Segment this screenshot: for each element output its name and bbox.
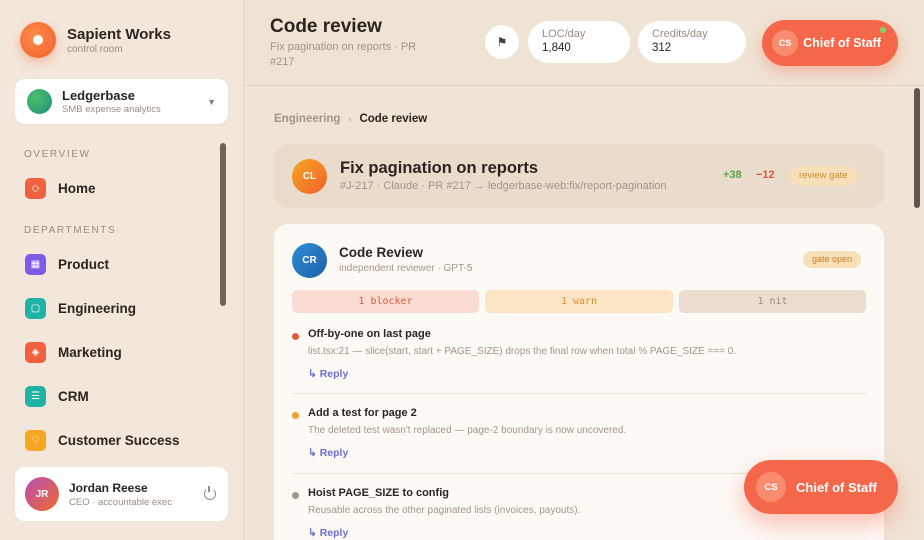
brand-name: Sapient Works bbox=[67, 25, 171, 43]
workspace-avatar bbox=[27, 89, 52, 114]
stat-loc-per-day: LOC/day 1,840 bbox=[528, 21, 630, 63]
additions-count: +38 bbox=[723, 169, 742, 181]
avatar: CS bbox=[756, 472, 786, 502]
finding-description: The deleted test wasn't replaced — page-… bbox=[308, 425, 627, 436]
heart-icon: ♡ bbox=[25, 430, 46, 451]
finding-item: Add a test for page 2 The deleted test w… bbox=[292, 407, 866, 465]
nit-count-chip[interactable]: 1 nit bbox=[679, 290, 866, 313]
ticket-title: Fix pagination on reports bbox=[340, 159, 539, 177]
home-icon: ◇ bbox=[25, 178, 46, 199]
main-scrollbar[interactable] bbox=[914, 88, 920, 208]
warn-count-chip[interactable]: 1 warn bbox=[485, 290, 673, 313]
avatar: JR bbox=[25, 477, 59, 511]
brand-subtitle: control room bbox=[67, 43, 123, 55]
avatar: CR bbox=[292, 243, 327, 278]
review-subtitle: independent reviewer · GPT-5 bbox=[339, 263, 473, 274]
brand[interactable]: Sapient Works control room bbox=[20, 22, 171, 58]
status-badge: gate open bbox=[803, 251, 862, 268]
stat-credits-per-day: Credits/day 312 bbox=[638, 21, 746, 63]
grid-icon: ▦ bbox=[25, 254, 46, 275]
chevron-down-icon: ▼ bbox=[207, 96, 216, 107]
contacts-icon: ☰ bbox=[25, 386, 46, 407]
stat-label: LOC/day bbox=[542, 28, 586, 40]
review-title: Code Review bbox=[339, 245, 424, 260]
sidebar-item-label: Engineering bbox=[58, 301, 137, 316]
section-label-departments: DEPARTMENTS bbox=[24, 225, 117, 236]
user-card[interactable]: JR Jordan Reese CEO · accountable exec bbox=[15, 467, 228, 521]
power-icon[interactable] bbox=[204, 486, 216, 500]
sidebar-item-label: CRM bbox=[58, 389, 89, 404]
breadcrumb: Engineering › Code review bbox=[274, 113, 427, 125]
sidebar-item-label: Home bbox=[58, 181, 96, 196]
chief-of-staff-label: Chief of Staff bbox=[803, 36, 881, 50]
user-name: Jordan Reese bbox=[69, 480, 148, 495]
breadcrumb-current: Code review bbox=[359, 113, 428, 125]
sidebar-item-marketing[interactable]: ◈ Marketing bbox=[25, 342, 122, 363]
user-role: CEO · accountable exec bbox=[69, 496, 172, 508]
reply-button[interactable]: ↳ Reply bbox=[308, 527, 348, 539]
status-badge: review gate bbox=[789, 166, 858, 186]
sidebar-item-engineering[interactable]: ▢ Engineering bbox=[25, 298, 136, 319]
page-subtitle: Fix pagination on reports · PR #217 bbox=[270, 41, 417, 68]
sidebar-item-label: Marketing bbox=[58, 345, 122, 360]
sidebar-item-label: Product bbox=[58, 257, 110, 272]
severity-dot bbox=[292, 333, 299, 340]
stat-label: Credits/day bbox=[652, 28, 708, 40]
sidebar-item-product[interactable]: ▦ Product bbox=[25, 254, 109, 275]
severity-dot bbox=[292, 492, 299, 499]
blocker-count-chip[interactable]: 1 blocker bbox=[292, 290, 479, 313]
chevron-right-icon: › bbox=[348, 114, 352, 124]
finding-title: Add a test for page 2 bbox=[308, 407, 417, 419]
sidebar-item-crm[interactable]: ☰ CRM bbox=[25, 386, 89, 407]
finding-description: list.tsx:21 — slice(start, start + PAGE_… bbox=[308, 346, 737, 357]
reply-button[interactable]: ↳ Reply bbox=[308, 447, 348, 459]
severity-dot bbox=[292, 412, 299, 419]
finding-title: Off-by-one on last page bbox=[308, 328, 431, 340]
sidebar-item-home[interactable]: ◇ Home bbox=[25, 178, 96, 199]
avatar: CS bbox=[772, 30, 798, 56]
reply-button[interactable]: ↳ Reply bbox=[308, 368, 348, 380]
ticket-meta: #J-217 · Claude · PR #217 → ledgerbase-w… bbox=[340, 180, 667, 192]
flag-button[interactable]: ⚑ bbox=[485, 25, 519, 59]
sidebar: Sapient Works control room Ledgerbase SM… bbox=[0, 0, 244, 540]
deletions-count: −12 bbox=[756, 169, 775, 181]
flag-icon: ⚑ bbox=[496, 35, 508, 49]
code-icon: ▢ bbox=[25, 298, 46, 319]
workspace-subtitle: SMB expense analytics bbox=[62, 104, 161, 115]
page-title: Code review bbox=[270, 16, 382, 37]
finding-title: Hoist PAGE_SIZE to config bbox=[308, 487, 449, 499]
chief-of-staff-button[interactable]: CS Chief of Staff bbox=[762, 20, 898, 66]
workspace-name: Ledgerbase bbox=[62, 88, 135, 103]
chief-of-staff-label: Chief of Staff bbox=[796, 479, 877, 495]
chief-of-staff-floating-button[interactable]: CS Chief of Staff bbox=[744, 460, 898, 514]
stat-value: 1,840 bbox=[542, 42, 571, 54]
sidebar-item-label: Customer Success bbox=[58, 433, 180, 448]
finding-description: Reusable across the other paginated list… bbox=[308, 505, 581, 516]
breadcrumb-parent[interactable]: Engineering bbox=[274, 113, 340, 125]
finding-item: Off-by-one on last page list.tsx:21 — sl… bbox=[292, 328, 866, 386]
ticket-summary[interactable]: CL Fix pagination on reports #J-217 · Cl… bbox=[274, 144, 884, 208]
section-label-overview: OVERVIEW bbox=[24, 149, 91, 160]
sidebar-item-customer-success[interactable]: ♡ Customer Success bbox=[25, 430, 180, 451]
stat-value: 312 bbox=[652, 42, 672, 54]
megaphone-icon: ◈ bbox=[25, 342, 46, 363]
divider bbox=[292, 393, 866, 394]
online-status-dot bbox=[880, 27, 886, 33]
sidebar-scrollbar[interactable] bbox=[220, 143, 226, 306]
page-header: Code review Fix pagination on reports · … bbox=[244, 0, 924, 86]
avatar: CL bbox=[292, 159, 327, 194]
brand-logo-icon bbox=[20, 22, 56, 58]
workspace-switcher[interactable]: Ledgerbase SMB expense analytics ▼ bbox=[15, 79, 228, 124]
